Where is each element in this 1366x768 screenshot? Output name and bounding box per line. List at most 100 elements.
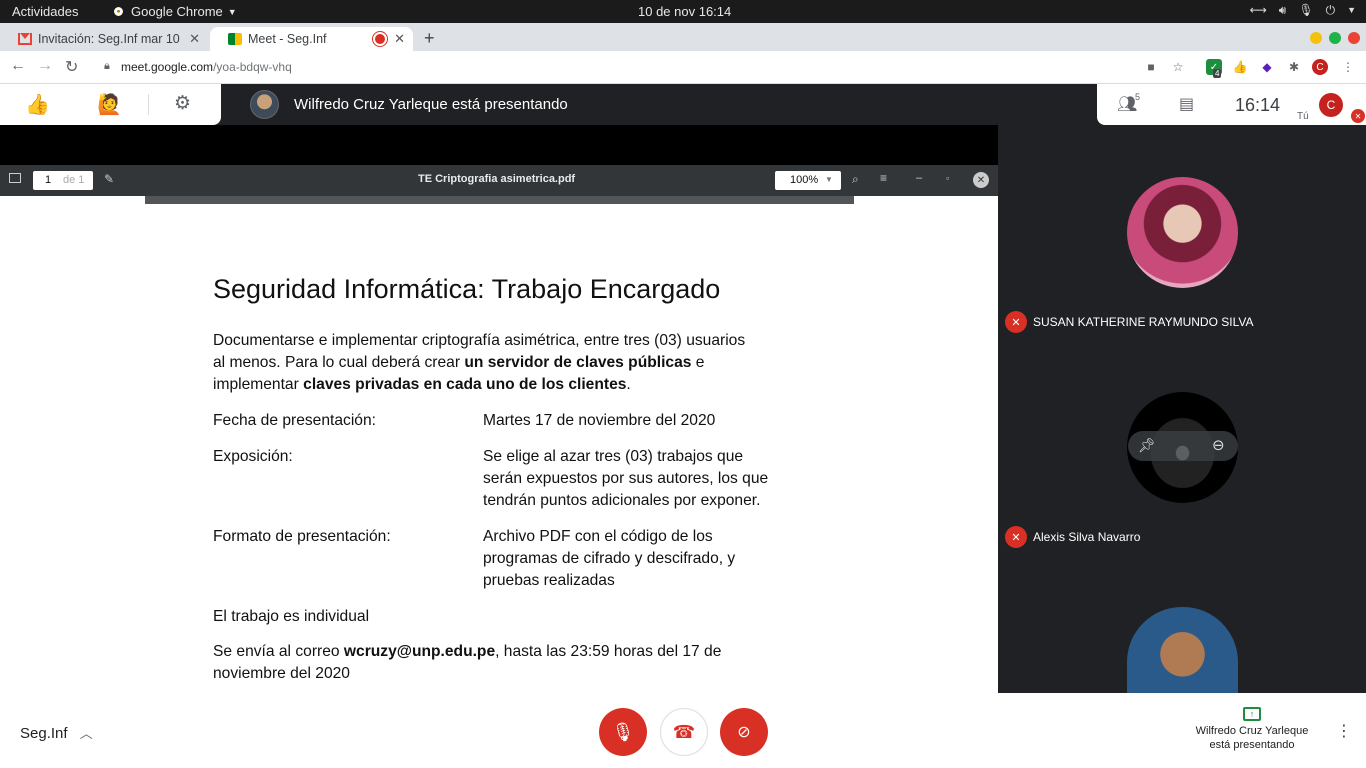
more-options-icon[interactable]: ⋮ [1336, 721, 1352, 741]
camera-off-button[interactable]: ⊘ [720, 708, 768, 756]
forward-icon[interactable]: → [37, 57, 53, 75]
document-title: Seguridad Informática: Trabajo Encargado [213, 274, 721, 304]
tile-hover-controls: 📌︎ ⊖ [1128, 431, 1238, 461]
pdf-filename: TE Criptografia asimetrica.pdf [418, 173, 576, 185]
page-input[interactable]: 1 de 1 [33, 171, 93, 190]
meeting-clock: 16:14 [1235, 95, 1281, 115]
tab-title: Meet - Seg.Inf [248, 32, 327, 46]
close-icon[interactable]: ✕ [189, 31, 200, 47]
close-window-button[interactable] [1348, 32, 1360, 44]
gear-icon[interactable]: ⚙ [174, 92, 191, 115]
chevron-up-icon: ︿ [79, 726, 93, 741]
pin-icon[interactable]: 📌︎ [1138, 437, 1156, 454]
microphone-off-button[interactable]: 🎙︎ [599, 708, 647, 756]
text: e [691, 354, 705, 371]
star-icon[interactable]: ☆ [1170, 59, 1186, 75]
meet-bottom-bar: Seg.Inf ︿ 🎙︎ ☎ ⊘ ↑ Wilfredo Cruz Yarlequ… [0, 693, 1366, 768]
tab-invitation[interactable]: Invitación: Seg.Inf mar 10 ✕ [0, 27, 208, 51]
tab-strip: Invitación: Seg.Inf mar 10 ✕ Meet - Seg.… [0, 23, 1366, 51]
mic-off-icon: ✕ [1005, 526, 1027, 548]
row-value: Archivo PDF con el código de los program… [483, 526, 735, 592]
chrome-icon [111, 4, 126, 19]
row-line: serán expuestos por sus autores, los que [483, 470, 769, 487]
presenter-avatar [250, 90, 279, 119]
send-line: noviembre del 2020 [213, 665, 350, 682]
presentation-status[interactable]: ↑ Wilfredo Cruz Yarleque está presentand… [1186, 707, 1318, 752]
row-line: Martes 17 de noviembre del 2020 [483, 412, 716, 429]
thumbs-up-icon[interactable]: 👍 [25, 92, 50, 117]
sidebar-toggle-icon[interactable] [9, 173, 21, 183]
back-icon[interactable]: ← [10, 57, 26, 75]
chat-icon[interactable]: ▤ [1179, 94, 1194, 114]
individual-note: El trabajo es individual [213, 608, 370, 625]
meet-top-right-panel: 👥︎ 5 ▤ 16:14 C Tú ✕ [1097, 84, 1366, 125]
microphone-icon[interactable]: 🎙︎ [1298, 3, 1313, 18]
thumbs-up-extension-icon[interactable]: 👍 [1232, 59, 1248, 75]
restore-icon[interactable]: ▫ [946, 173, 949, 183]
row-value: Martes 17 de noviembre del 2020 [483, 410, 715, 432]
reload-icon[interactable]: ↻ [65, 57, 78, 77]
address-bar[interactable]: meet.google.com/yoa-bdqw-vhq [121, 60, 292, 74]
presenting-banner: Wilfredo Cruz Yarleque está presentando [250, 90, 568, 119]
clock[interactable]: 10 de nov 16:14 [638, 4, 731, 19]
row-value: Se elige al azar tres (03) trabajos que … [483, 446, 768, 512]
pen-icon[interactable]: ✎ [104, 172, 114, 186]
close-icon[interactable]: ✕ [394, 31, 405, 47]
menu-icon[interactable]: ≡ [880, 171, 887, 185]
intro-line: implementar claves privadas en cada uno … [213, 374, 745, 396]
meet-top-area: 👍 🙋 ⚙ Wilfredo Cruz Yarleque está presen… [0, 84, 1366, 125]
participant-name: Alexis Silva Navarro [1033, 530, 1141, 544]
participant-name: SUSAN KATHERINE RAYMUNDO SILVA [1033, 315, 1254, 329]
bold-text: claves privadas en cada uno de los clien… [303, 376, 627, 393]
chevron-down-icon: ▼ [227, 6, 237, 17]
raise-hand-icon[interactable]: 🙋 [97, 92, 122, 117]
new-tab-button[interactable]: + [424, 28, 435, 49]
zoom-value: 100% [790, 174, 819, 186]
page-total: de 1 [63, 174, 85, 186]
search-icon[interactable]: ⌕ [852, 172, 859, 187]
meeting-name: Seg.Inf [20, 725, 68, 742]
row-line: programas de cifrado y descifrado, y [483, 550, 736, 567]
row-label: Exposición: [213, 448, 293, 465]
volume-icon[interactable]: 🔊︎ [1279, 3, 1287, 18]
app-name: Google Chrome [131, 4, 223, 19]
participants-sidebar: ✕ SUSAN KATHERINE RAYMUNDO SILVA 📌︎ ⊖ ✕ … [998, 125, 1366, 693]
pdf-viewer[interactable]: Seguridad Informática: Trabajo Encargado… [0, 196, 998, 704]
presenting-text: Wilfredo Cruz Yarleque está presentando [294, 96, 568, 113]
mic-off-icon: ✕ [1005, 311, 1027, 333]
presenting-status-text: está presentando [1209, 739, 1295, 751]
email-text: wcruzy@unp.edu.pe [343, 643, 496, 660]
text: , hasta las 23:59 horas del 17 de [495, 643, 722, 660]
meeting-details[interactable]: Seg.Inf ︿ [20, 723, 93, 742]
remove-icon[interactable]: ⊖ [1212, 436, 1225, 454]
participant-avatar [1127, 177, 1238, 288]
profile-avatar[interactable]: C [1312, 59, 1328, 75]
chevron-down-icon: ▼ [825, 175, 833, 184]
diamond-extension-icon[interactable]: ◆ [1259, 59, 1275, 75]
leave-call-button[interactable]: ☎ [660, 708, 708, 756]
minimize-button[interactable] [1310, 32, 1322, 44]
lock-icon[interactable]: 🔒︎ [104, 60, 110, 73]
maximize-button[interactable] [1329, 32, 1341, 44]
network-icon[interactable]: ⟷ [1250, 3, 1267, 18]
app-menu[interactable]: Google Chrome ▼ [111, 4, 237, 19]
meet-icon [228, 33, 242, 45]
puzzle-icon[interactable]: ✱ [1286, 59, 1302, 75]
zoom-select[interactable]: 100% ▼ [775, 171, 841, 190]
tab-meet[interactable]: Meet - Seg.Inf ✕ [210, 27, 413, 51]
viewer-margin-right [854, 196, 998, 693]
row-line: Se elige al azar tres (03) trabajos que [483, 448, 744, 465]
close-icon[interactable]: ✕ [973, 172, 989, 188]
presenting-name: Wilfredo Cruz Yarleque [1195, 725, 1309, 737]
camera-icon[interactable]: ■ [1143, 59, 1159, 75]
camera-off-icon: ⊘ [737, 724, 751, 741]
self-avatar[interactable]: C [1319, 93, 1343, 117]
power-icon[interactable]: ⏻ [1326, 3, 1336, 18]
menu-icon[interactable]: ⋮ [1340, 59, 1356, 75]
activities-button[interactable]: Actividades [12, 4, 78, 19]
pdf-toolbar: 1 de 1 ✎ TE Criptografia asimetrica.pdf … [0, 165, 998, 196]
url-path: /yoa-bdqw-vhq [213, 60, 292, 74]
minimize-icon[interactable]: – [916, 172, 922, 184]
participant-avatar [1127, 607, 1238, 693]
chevron-down-icon[interactable]: ▼ [1347, 3, 1356, 18]
